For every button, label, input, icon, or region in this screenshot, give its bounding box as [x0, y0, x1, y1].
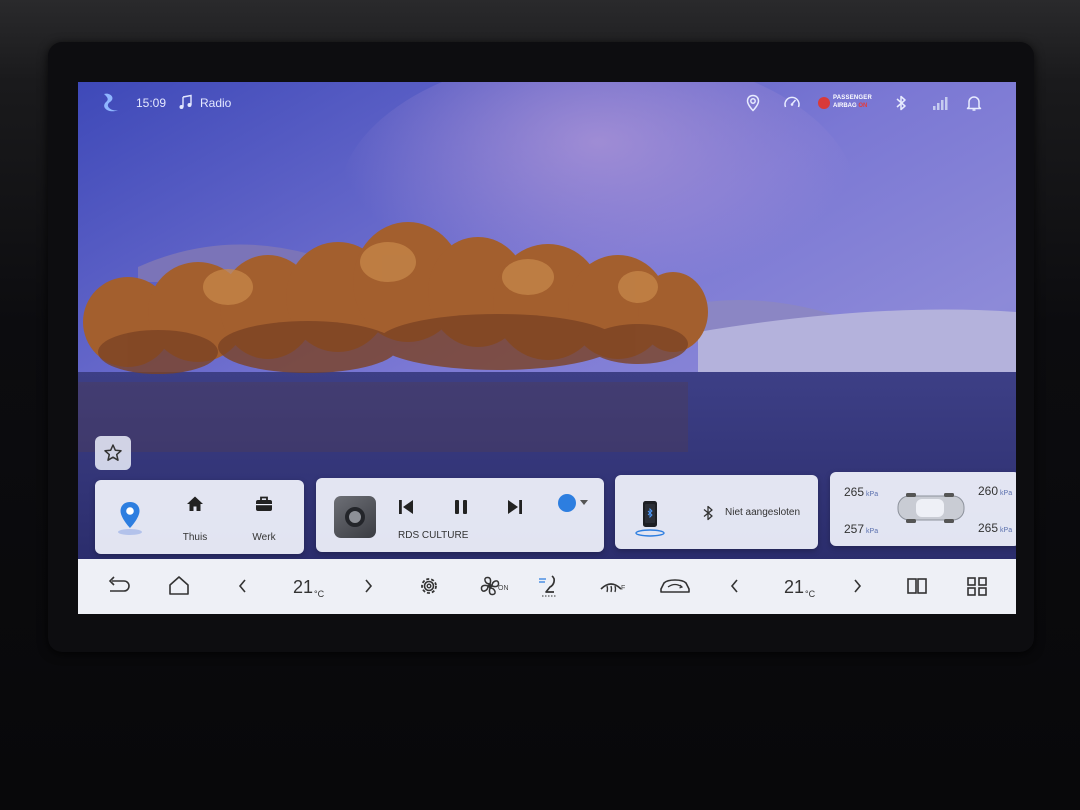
app-grid-icon[interactable]	[964, 573, 990, 599]
bell-icon[interactable]	[965, 94, 983, 112]
star-icon	[104, 444, 122, 461]
phone-connection-card[interactable]: Niet aangesloten	[615, 475, 818, 549]
fan-status-label: ON	[498, 585, 509, 592]
media-source-selector[interactable]	[558, 494, 588, 512]
tire-rear-left: 257 kPa	[844, 522, 879, 536]
home-label: Thuis	[182, 532, 208, 543]
left-temp-decrease-icon[interactable]	[230, 573, 256, 599]
clock: 15:09	[136, 96, 167, 110]
map-pin-icon[interactable]	[117, 500, 143, 536]
car-top-view-icon	[897, 493, 965, 523]
back-icon[interactable]	[104, 573, 130, 599]
settings-gear-icon[interactable]	[416, 573, 442, 599]
speedometer-icon[interactable]	[783, 94, 801, 112]
pause-icon[interactable]	[450, 496, 472, 518]
tire-front-right: 260 kPa	[978, 484, 1013, 498]
recirculation-car-icon[interactable]	[658, 573, 692, 599]
infotainment-screen: 15:09 Radio PASSENGER AIRBAG ON Thuis We…	[78, 82, 1016, 614]
driver-temperature[interactable]: 21°C	[293, 577, 324, 599]
seat-airflow-icon[interactable]	[536, 573, 562, 599]
defrost-label: F	[621, 585, 626, 592]
signal-icon	[933, 97, 948, 110]
tire-rear-right: 265 kPa	[978, 521, 1013, 535]
home-icon[interactable]	[166, 573, 192, 599]
bluetooth-icon	[703, 505, 713, 521]
previous-track-icon[interactable]	[395, 496, 417, 518]
briefcase-icon	[256, 496, 272, 511]
tire-pressure-card[interactable]: 265 kPa 260 kPa 257 kPa 265 kPa	[830, 472, 1016, 546]
tire-front-left: 265 kPa	[844, 485, 879, 499]
favorite-button[interactable]	[95, 436, 131, 470]
next-track-icon[interactable]	[504, 496, 526, 518]
split-screen-icon[interactable]	[904, 573, 930, 599]
phone-icon	[635, 501, 665, 537]
navigation-card[interactable]: Thuis Werk	[95, 480, 304, 554]
album-art[interactable]	[334, 496, 376, 538]
climate-dock: 21°C ON F 21°C	[78, 559, 1016, 614]
home-icon	[187, 496, 203, 511]
chevron-down-icon	[580, 500, 588, 505]
work-label: Werk	[252, 532, 276, 543]
home-shortcut-button[interactable]: Thuis	[175, 494, 215, 546]
right-temp-increase-icon[interactable]	[844, 573, 870, 599]
status-bar: 15:09 Radio PASSENGER AIRBAG ON	[78, 82, 1016, 124]
radio-station-name: RDS CULTURE	[398, 530, 469, 541]
audio-source-label[interactable]: Radio	[200, 96, 231, 110]
airbag-indicator-icon	[818, 97, 830, 109]
car-dashboard-background: 15:09 Radio PASSENGER AIRBAG ON Thuis We…	[0, 0, 1080, 810]
location-icon[interactable]	[744, 94, 762, 112]
media-player-card[interactable]: RDS CULTURE	[316, 478, 604, 552]
work-shortcut-button[interactable]: Werk	[244, 494, 284, 546]
music-note-icon	[179, 94, 192, 109]
bluetooth-icon[interactable]	[892, 94, 910, 112]
airbag-line2: AIRBAG ON	[833, 103, 868, 109]
passenger-temperature[interactable]: 21°C	[784, 577, 815, 599]
right-temp-decrease-icon[interactable]	[722, 573, 748, 599]
left-temp-increase-icon[interactable]	[355, 573, 381, 599]
bluetooth-status: Niet aangesloten	[725, 507, 801, 518]
passenger-airbag-indicator: PASSENGER AIRBAG ON	[818, 94, 874, 112]
radio-source-icon	[558, 494, 576, 512]
airbag-line1: PASSENGER	[833, 95, 873, 101]
app-logo-icon[interactable]	[98, 90, 122, 114]
